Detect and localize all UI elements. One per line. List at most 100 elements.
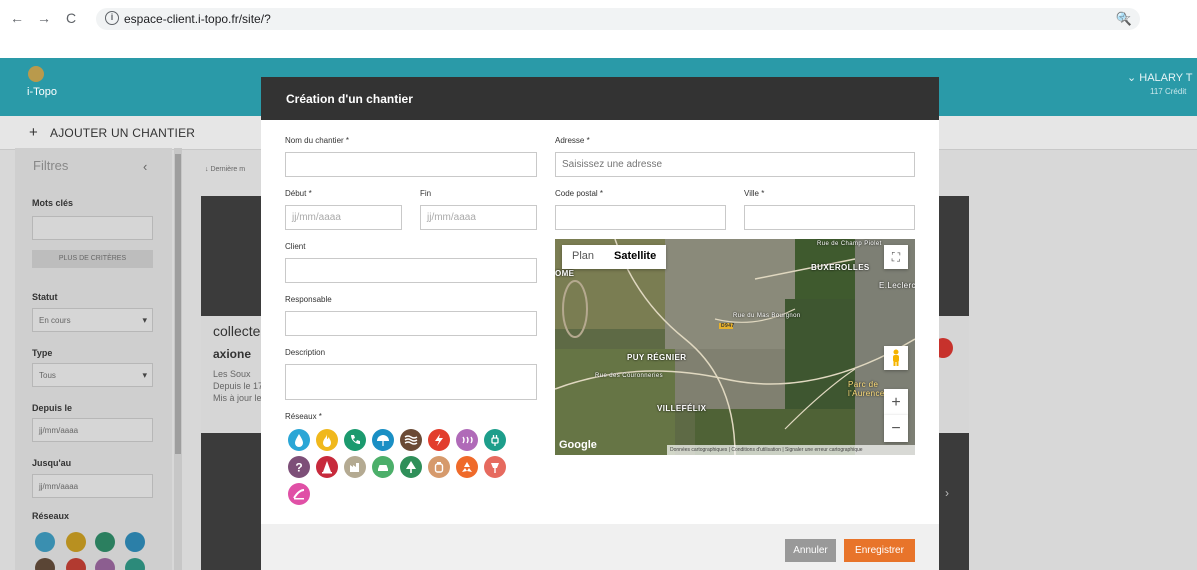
user-menu[interactable]: ⌄ HALARY T [1127, 71, 1192, 84]
card-body-right[interactable] [939, 316, 969, 431]
card-image-2[interactable] [201, 433, 261, 570]
client-input[interactable] [285, 258, 537, 283]
heating-icon[interactable] [456, 429, 478, 451]
sidebar-electricity-icon[interactable] [66, 558, 86, 570]
sidebar-scroll-thumb[interactable] [175, 154, 181, 454]
charging-icon[interactable] [484, 429, 506, 451]
modal-header: Création d'un chantier [261, 77, 939, 120]
collapse-chevron-icon[interactable]: ‹ [143, 159, 147, 174]
site-name-label: Nom du chantier * [285, 136, 350, 145]
sidebar-sewage-icon[interactable] [35, 558, 55, 570]
card-image[interactable] [201, 196, 261, 316]
networks-label: Réseaux * [285, 412, 322, 421]
more-criteria-button[interactable]: PLUS DE CRITÈRES [32, 250, 153, 268]
postal-code-label: Code postal * [555, 189, 604, 198]
city-input[interactable] [744, 205, 915, 230]
sidebar-rainwater-icon[interactable] [125, 532, 145, 552]
cancel-button[interactable]: Annuler [785, 539, 836, 562]
lighting-icon[interactable] [484, 456, 506, 478]
industrial-icon[interactable] [344, 456, 366, 478]
street-view-pegman-icon[interactable] [884, 346, 908, 370]
browser-toolbar: ← → C i espace-client.i-topo.fr/site/? 🔍… [0, 0, 1197, 38]
user-name: HALARY T [1139, 72, 1193, 84]
map-tab-plan[interactable]: Plan [562, 245, 604, 269]
hydrocarbon-icon[interactable] [316, 456, 338, 478]
bookmark-star-icon[interactable]: ☆ [1118, 9, 1131, 27]
unknown-icon[interactable]: ? [288, 456, 310, 478]
manager-input[interactable] [285, 311, 537, 336]
end-date-input[interactable]: jj/mm/aaaa [420, 205, 537, 230]
map-tab-satellite[interactable]: Satellite [604, 245, 666, 269]
status-select[interactable]: En cours [32, 308, 153, 332]
modal-title: Création d'un chantier [286, 92, 413, 106]
card-updated: Mis à jour le [213, 393, 262, 403]
map-street-label: Rue des Couronneries [595, 373, 664, 379]
back-icon[interactable]: ← [8, 9, 26, 27]
gas-icon[interactable] [316, 429, 338, 451]
svg-text:?: ? [295, 461, 302, 475]
description-label: Description [285, 348, 326, 357]
card-image-right[interactable] [939, 196, 969, 316]
card-image-2-right[interactable] [939, 433, 969, 570]
description-textarea[interactable] [285, 364, 537, 400]
status-value: En cours [39, 316, 71, 325]
sidebar-heating-icon[interactable] [95, 558, 115, 570]
recycling-icon[interactable] [456, 456, 478, 478]
type-select[interactable]: Tous [32, 363, 153, 387]
vegetation-icon[interactable] [400, 456, 422, 478]
transport-icon[interactable] [372, 456, 394, 478]
since-label: Depuis le [32, 403, 73, 413]
water-drop-icon[interactable] [288, 429, 310, 451]
save-button[interactable]: Enregistrer [844, 539, 915, 562]
sidebar-water-icon[interactable] [35, 532, 55, 552]
client-label: Client [285, 242, 306, 251]
zoom-out-button[interactable]: − [884, 415, 908, 442]
electricity-icon[interactable] [428, 429, 450, 451]
since-input[interactable]: jj/mm/aaaa [32, 418, 153, 442]
address-input[interactable] [555, 152, 915, 177]
filters-sidebar: Filtres ‹ Mots clés PLUS DE CRITÈRES Sta… [15, 148, 172, 570]
address-label: Adresse * [555, 136, 590, 145]
map-attribution[interactable]: Données cartographiques | Conditions d'u… [667, 445, 915, 455]
sewage-icon[interactable] [400, 429, 422, 451]
map-place-label: BUXEROLLES [811, 263, 870, 272]
until-input[interactable]: jj/mm/aaaa [32, 474, 153, 498]
fuel-icon[interactable] [428, 456, 450, 478]
url-text[interactable]: espace-client.i-topo.fr/site/? [124, 12, 271, 26]
end-date-label: Fin [420, 189, 432, 198]
logo-text: i-Topo [27, 86, 57, 98]
postal-code-input[interactable] [555, 205, 726, 230]
zoom-in-button[interactable]: + [884, 389, 908, 416]
plus-icon: + [29, 124, 38, 141]
site-name-input[interactable] [285, 152, 537, 177]
start-date-input[interactable]: jj/mm/aaaa [285, 205, 402, 230]
location-map[interactable]: BUXEROLLES E.Leclerc PUY RÉGNIER VILLEFÉ… [555, 239, 915, 455]
keywords-input[interactable] [32, 216, 153, 240]
fullscreen-icon[interactable]: ⛶ [884, 245, 908, 269]
info-icon[interactable]: i [105, 11, 119, 25]
rainwater-icon[interactable] [372, 429, 394, 451]
manager-label: Responsable [285, 295, 332, 304]
status-label: Statut [32, 292, 58, 302]
map-place-label: l'Aurence [848, 389, 885, 398]
map-street-label: Rue du Mas Bourgnon [733, 313, 801, 319]
google-logo: Google [559, 439, 597, 451]
telecom-icon[interactable] [344, 429, 366, 451]
reload-icon[interactable]: C [62, 9, 80, 27]
sort-label[interactable]: ↓ Dernière m [205, 166, 245, 173]
map-place-label: PUY RÉGNIER [627, 353, 687, 362]
sidebar-gas-icon[interactable] [66, 532, 86, 552]
map-road-label: D947 [721, 323, 735, 329]
modal-footer [261, 524, 939, 570]
signage-icon[interactable] [288, 483, 310, 505]
add-site-label: AJOUTER UN CHANTIER [50, 126, 196, 140]
until-label: Jusqu'au [32, 458, 72, 468]
forward-icon[interactable]: → [35, 9, 53, 27]
sidebar-telecom-icon[interactable] [95, 532, 115, 552]
card-since: Depuis le 17 [213, 381, 264, 391]
next-arrow-icon[interactable]: › [945, 486, 949, 500]
card-title: collecte [213, 323, 261, 339]
sidebar-charging-icon[interactable] [125, 558, 145, 570]
map-place-label: VILLEFÉLIX [657, 404, 707, 413]
address-bar[interactable]: i espace-client.i-topo.fr/site/? 🔍 [96, 8, 1140, 30]
